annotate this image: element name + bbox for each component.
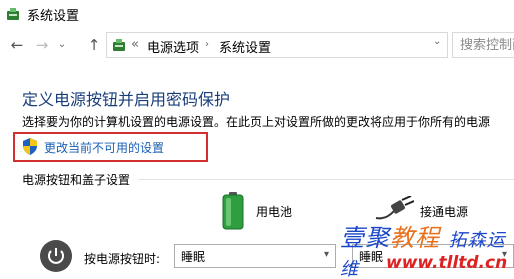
control-panel-icon <box>7 8 19 20</box>
breadcrumb-overflow[interactable]: « <box>131 37 139 52</box>
shield-icon <box>23 138 37 155</box>
up-icon[interactable]: ↑ <box>85 35 103 55</box>
watermark-url: www.tlltd.cn <box>386 253 508 273</box>
navigation-bar: ← → ⌄ ↑ « 电源选项 › 系统设置 ⌄ <box>0 32 514 58</box>
breadcrumb-system-settings[interactable]: 系统设置 <box>219 37 271 56</box>
address-dropdown-chevron-icon[interactable]: ⌄ <box>433 36 441 47</box>
breadcrumb-separator[interactable]: › <box>205 39 209 50</box>
control-panel-icon <box>113 39 125 51</box>
section-title: 电源按钮和盖子设置 <box>22 173 131 187</box>
power-button-battery-value: 睡眠 <box>181 250 206 264</box>
search-box[interactable] <box>452 32 514 58</box>
breadcrumb-power-options[interactable]: 电源选项 <box>147 37 199 56</box>
power-button-row-label: 按电源按钮时: <box>84 252 161 266</box>
change-unavailable-settings-link[interactable]: 更改当前不可用的设置 <box>44 139 164 156</box>
watermark: 壹聚教程 拓森运维 www.tlltd.cn <box>300 214 514 279</box>
window-title: 系统设置 <box>27 9 80 24</box>
forward-icon[interactable]: → <box>33 35 51 55</box>
search-input[interactable] <box>453 33 514 57</box>
address-bar[interactable]: « 电源选项 › 系统设置 ⌄ <box>106 32 448 58</box>
recent-locations-chevron-icon[interactable]: ⌄ <box>56 35 68 55</box>
battery-icon <box>222 192 244 230</box>
title-bar: 系统设置 <box>0 0 514 28</box>
section-divider <box>138 179 514 180</box>
back-icon[interactable]: ← <box>8 35 26 55</box>
power-button-icon <box>40 240 72 272</box>
page-description: 选择要为你的计算机设置的电源设置。在此页上对设置所做的更改将应用于你所有的电源 <box>22 115 491 129</box>
page-title: 定义电源按钮并启用密码保护 <box>22 90 231 109</box>
battery-column-label: 用电池 <box>256 205 293 219</box>
